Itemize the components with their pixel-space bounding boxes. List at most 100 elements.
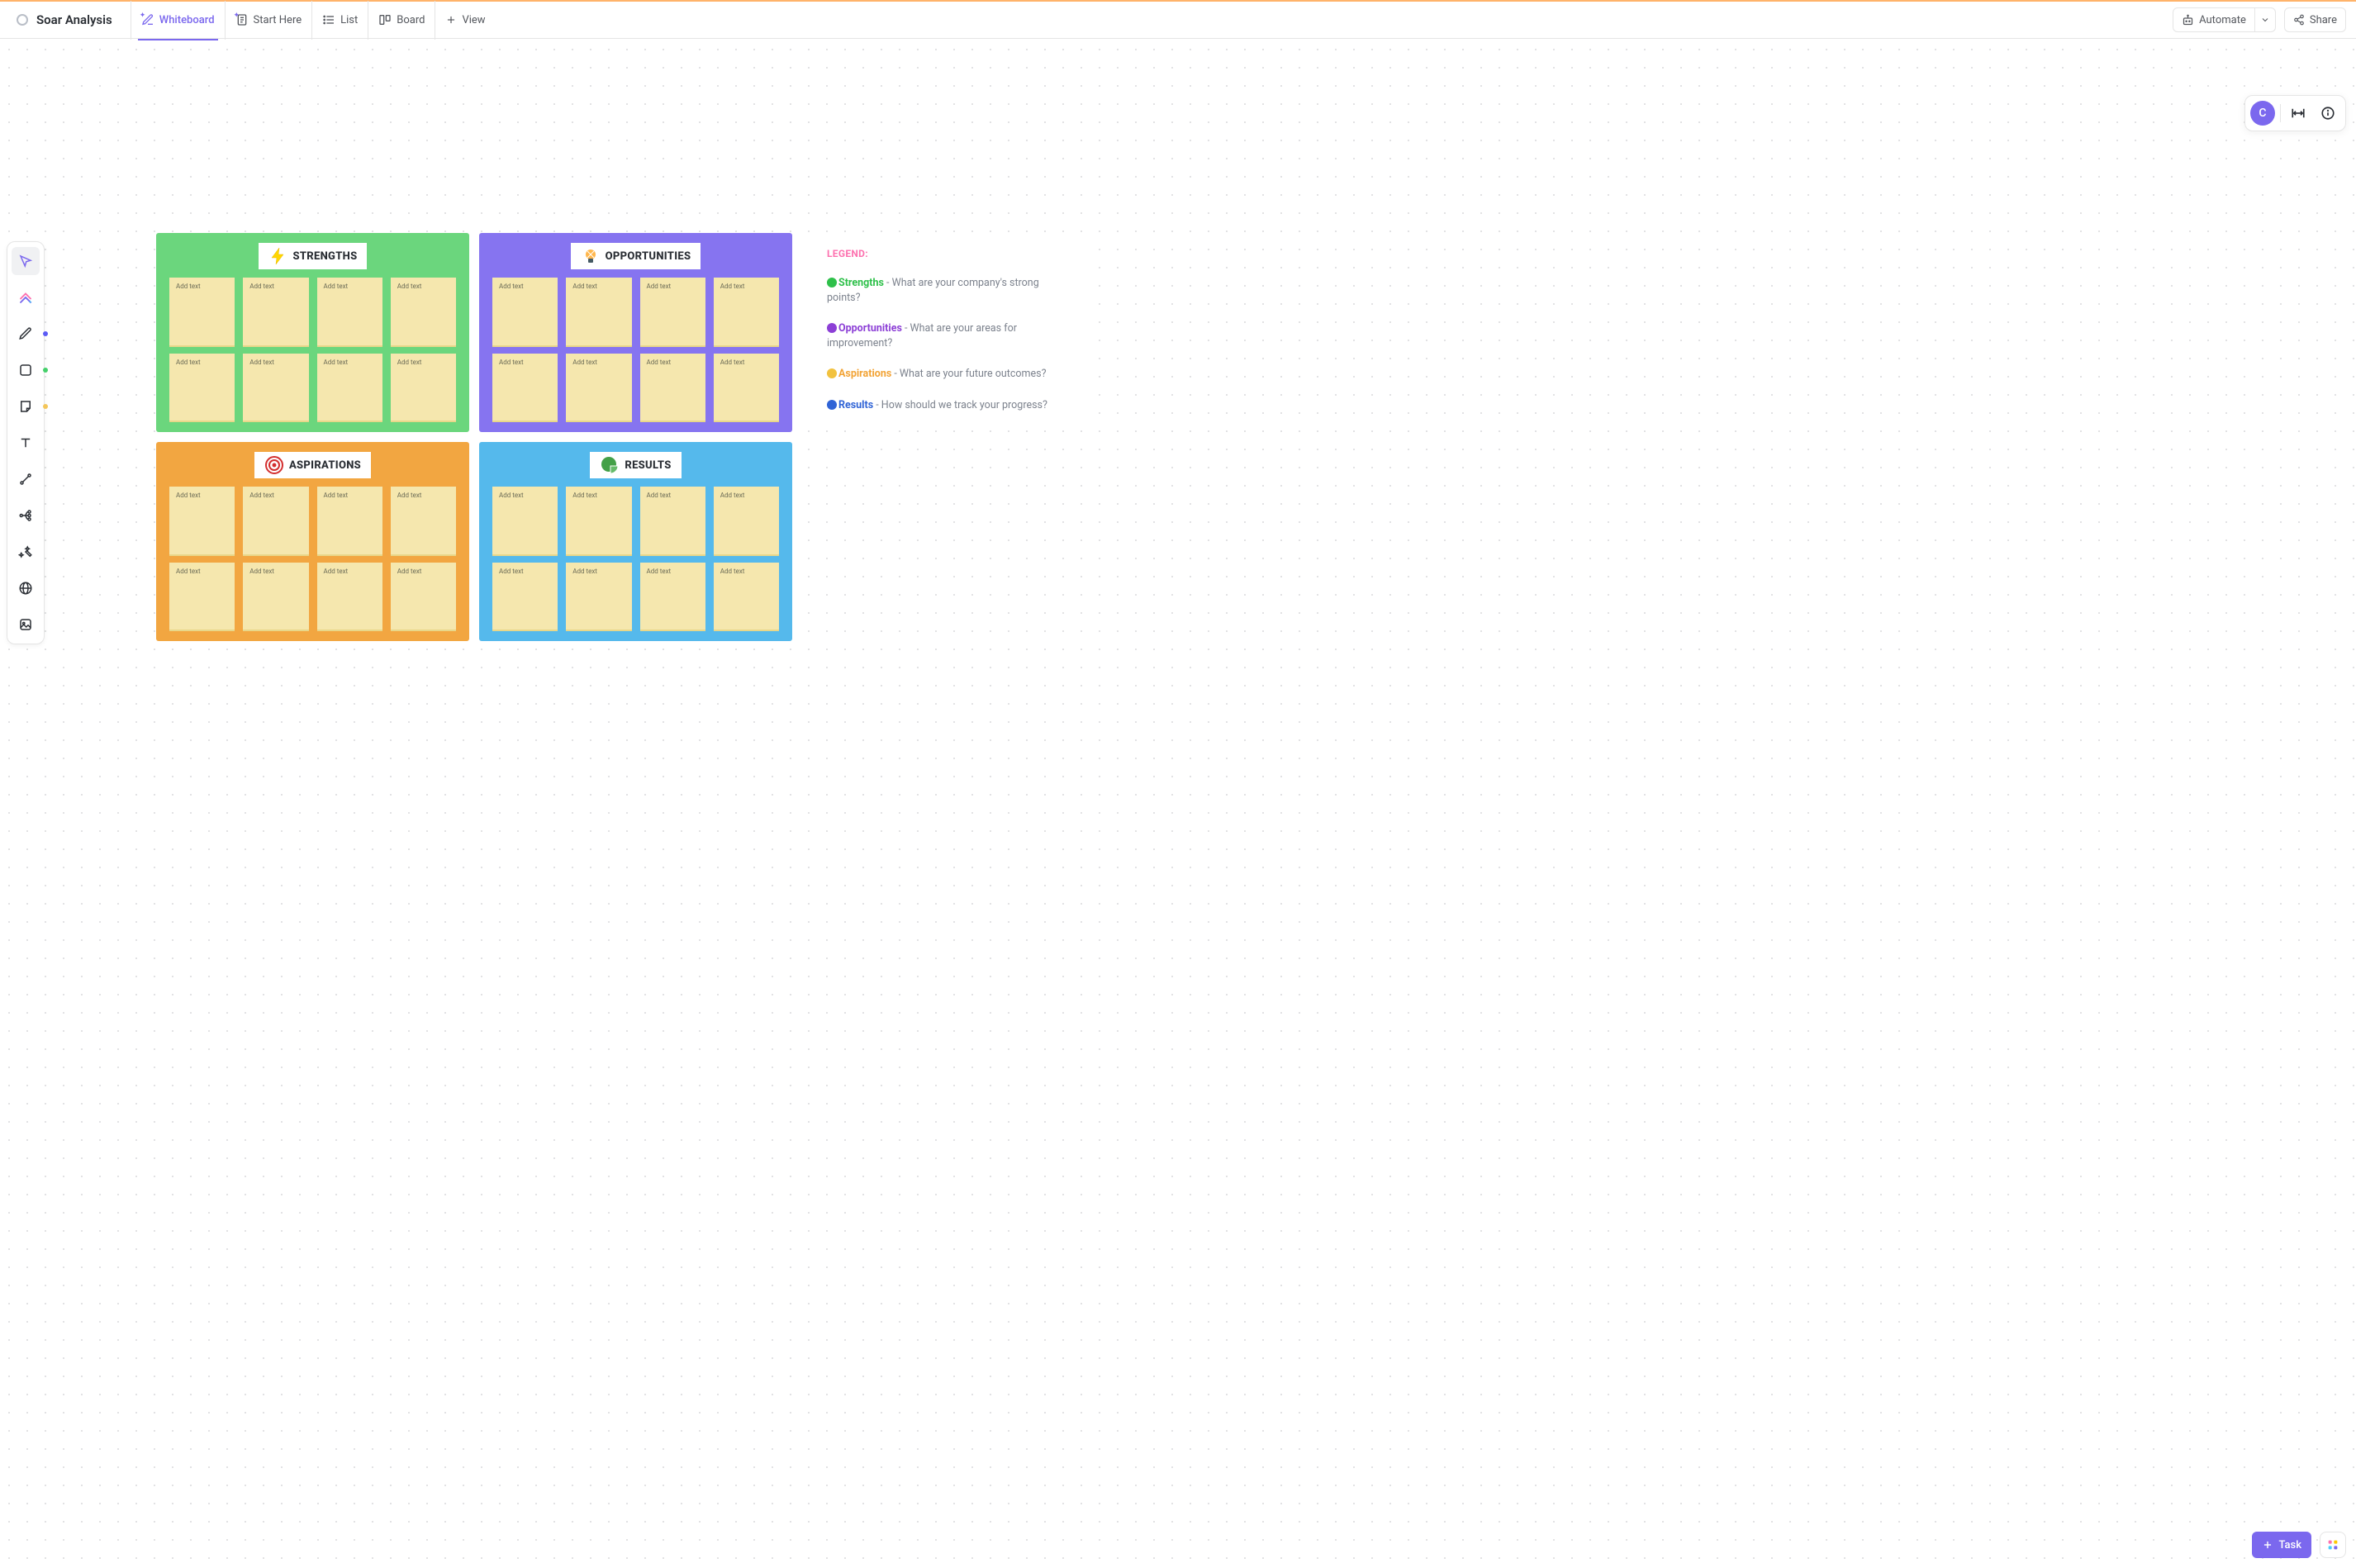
tool-ai[interactable] xyxy=(12,538,40,566)
tool-clickup[interactable]: + xyxy=(12,283,40,311)
legend-label: Aspirations xyxy=(838,368,891,380)
sticky-note[interactable]: Add text xyxy=(169,354,235,421)
page-title-group[interactable]: Soar Analysis xyxy=(10,9,119,31)
legend-label: Strengths xyxy=(838,277,884,289)
mindmap-icon xyxy=(18,508,33,523)
sticky-note[interactable]: Add text xyxy=(640,278,705,345)
sticky-note[interactable]: Add text xyxy=(243,563,308,630)
avatar-initial: C xyxy=(2259,107,2266,120)
tool-pen[interactable] xyxy=(12,320,40,348)
sticky-note[interactable]: Add text xyxy=(169,487,235,554)
sticky-note[interactable]: Add text xyxy=(492,563,558,630)
quadrant-header: STRENGTHS xyxy=(259,243,368,269)
sticky-note[interactable]: Add text xyxy=(391,563,456,630)
tool-connector[interactable] xyxy=(12,465,40,493)
legend-item: Results - How should we track your progr… xyxy=(827,398,1064,413)
sticky-note[interactable]: Add text xyxy=(243,487,308,554)
sticky-note[interactable]: Add text xyxy=(492,487,558,554)
soar-board: STRENGTHSAdd textAdd textAdd textAdd tex… xyxy=(156,233,792,641)
tab-label: Whiteboard xyxy=(159,14,215,26)
automate-dropdown-button[interactable] xyxy=(2255,7,2276,32)
sticky-note[interactable]: Add text xyxy=(566,487,631,554)
notes-grid: Add textAdd textAdd textAdd textAdd text… xyxy=(169,278,456,421)
robot-icon xyxy=(2182,14,2194,26)
magic-wand-icon xyxy=(18,544,33,559)
sticky-note[interactable]: Add text xyxy=(566,563,631,630)
tab-board[interactable]: Board xyxy=(368,1,435,40)
tool-select[interactable] xyxy=(12,247,40,275)
pie-icon xyxy=(600,455,620,475)
tool-rail: + xyxy=(7,241,45,644)
notes-grid: Add textAdd textAdd textAdd textAdd text… xyxy=(492,278,779,421)
apps-button[interactable] xyxy=(2320,1532,2346,1558)
tab-start-here[interactable]: ✦ Start Here xyxy=(225,1,312,40)
tool-text[interactable] xyxy=(12,429,40,457)
svg-text:+: + xyxy=(29,299,32,306)
tab-label: Board xyxy=(397,14,425,26)
sticky-note[interactable]: Add text xyxy=(169,278,235,345)
apps-grid-icon xyxy=(2326,1538,2339,1551)
tool-sticky[interactable] xyxy=(12,392,40,421)
quadrant-header: OPPORTUNITIES xyxy=(571,243,701,269)
sticky-note[interactable]: Add text xyxy=(566,278,631,345)
square-icon xyxy=(18,363,33,378)
tab-whiteboard[interactable]: ✦ Whiteboard xyxy=(131,1,225,40)
sticky-note[interactable]: Add text xyxy=(492,354,558,421)
color-dot xyxy=(43,404,48,409)
quadrant-header: RESULTS xyxy=(590,452,681,478)
image-icon xyxy=(18,617,33,632)
legend-desc: - What are your future outcomes? xyxy=(891,368,1046,380)
tool-image[interactable] xyxy=(12,611,40,639)
sticky-note[interactable]: Add text xyxy=(492,278,558,345)
legend-item: Strengths - What are your company's stro… xyxy=(827,276,1064,305)
tool-mindmap[interactable] xyxy=(12,501,40,530)
sticky-note[interactable]: Add text xyxy=(391,487,456,554)
sticky-note[interactable]: Add text xyxy=(243,278,308,345)
pen-icon xyxy=(18,326,33,341)
sticky-note[interactable]: Add text xyxy=(317,278,382,345)
sticky-note[interactable]: Add text xyxy=(169,563,235,630)
sticky-note[interactable]: Add text xyxy=(640,487,705,554)
share-button[interactable]: Share xyxy=(2284,7,2346,32)
sticky-note[interactable]: Add text xyxy=(714,354,779,421)
text-icon xyxy=(18,435,33,450)
automate-button[interactable]: Automate xyxy=(2173,7,2255,32)
legend-label: Opportunities xyxy=(838,322,902,335)
sticky-note[interactable]: Add text xyxy=(714,487,779,554)
sticky-note[interactable]: Add text xyxy=(317,354,382,421)
topbar-left: Soar Analysis ✦ Whiteboard ✦ Start Here … xyxy=(10,1,496,40)
sticky-note[interactable]: Add text xyxy=(714,278,779,345)
sticky-note[interactable]: Add text xyxy=(714,563,779,630)
sticky-note[interactable]: Add text xyxy=(566,354,631,421)
sticky-note[interactable]: Add text xyxy=(317,487,382,554)
legend-panel: LEGEND: Strengths - What are your compan… xyxy=(807,233,1084,429)
sticky-note[interactable]: Add text xyxy=(640,563,705,630)
sticky-note[interactable]: Add text xyxy=(640,354,705,421)
user-avatar[interactable]: C xyxy=(2250,101,2275,126)
new-task-button[interactable]: Task xyxy=(2252,1532,2311,1558)
cursor-icon xyxy=(18,254,33,268)
sticky-note[interactable]: Add text xyxy=(243,354,308,421)
fit-width-button[interactable] xyxy=(2286,101,2311,126)
tab-add-view[interactable]: View xyxy=(435,1,495,40)
tool-web[interactable] xyxy=(12,574,40,602)
status-circle-icon xyxy=(17,14,28,26)
sticky-note[interactable]: Add text xyxy=(391,278,456,345)
connector-icon xyxy=(18,472,33,487)
sparkle-icon: ✦ xyxy=(140,12,146,20)
bolt-icon xyxy=(268,246,288,266)
whiteboard-canvas[interactable]: + C xyxy=(0,40,2356,1568)
sticky-note[interactable]: Add text xyxy=(317,563,382,630)
quadrant-title: OPPORTUNITIES xyxy=(606,250,691,263)
tool-shape[interactable] xyxy=(12,356,40,384)
info-button[interactable] xyxy=(2316,101,2340,126)
plus-icon xyxy=(2262,1539,2273,1551)
view-tabs: ✦ Whiteboard ✦ Start Here List Board xyxy=(131,1,496,40)
globe-icon xyxy=(18,581,33,596)
list-icon xyxy=(322,13,335,26)
tab-list[interactable]: List xyxy=(311,1,368,40)
tab-label: Start Here xyxy=(254,14,302,26)
legend-dot-icon xyxy=(827,278,837,287)
quadrant-results: RESULTSAdd textAdd textAdd textAdd textA… xyxy=(479,442,792,641)
sticky-note[interactable]: Add text xyxy=(391,354,456,421)
